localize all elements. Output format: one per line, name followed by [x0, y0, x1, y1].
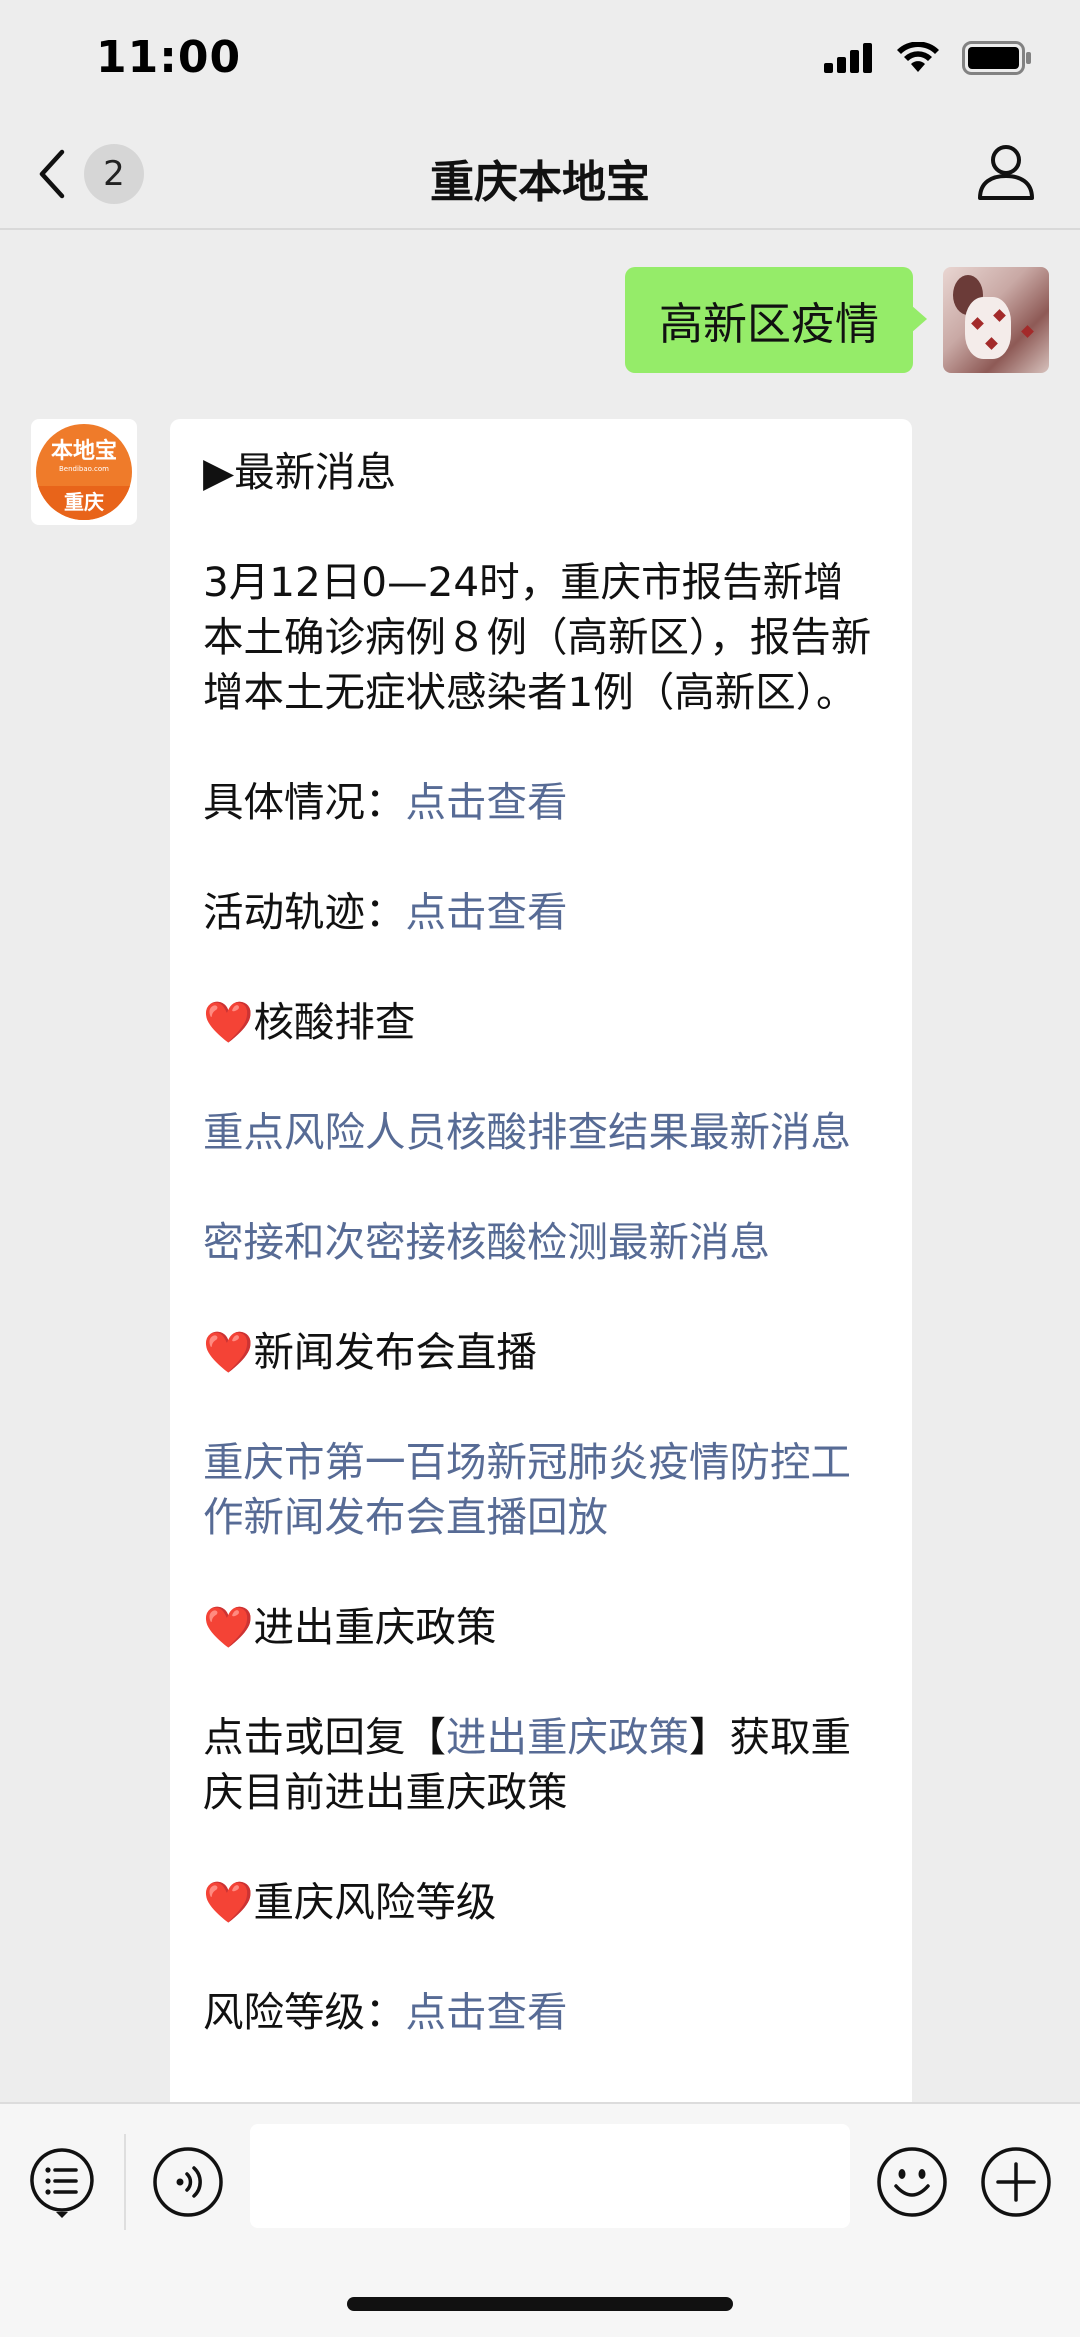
chat-title: 重庆本地宝 [430, 157, 650, 208]
status-icons [824, 38, 1032, 78]
more-button[interactable] [980, 2146, 1052, 2218]
bendibao-logo: 本地宝 Bendibao.com 重庆 [36, 424, 132, 520]
risk-link[interactable]: 点击查看 [406, 1988, 568, 2036]
home-indicator[interactable] [347, 2297, 733, 2311]
wifi-icon [897, 42, 939, 72]
detail-line: 具体情况：点击查看 [203, 778, 568, 826]
summary-text: 3月12日0—24时，重庆市报告新增本土确诊病例８例（高新区），报告新增本土无症… [203, 558, 872, 716]
emoji-icon [877, 2147, 947, 2217]
official-account-avatar[interactable]: 本地宝 Bendibao.com 重庆 [31, 419, 137, 525]
key-risk-link[interactable]: 重点风险人员核酸排查结果最新消息 [203, 1105, 880, 1160]
received-message-bubble: ▶最新消息 3月12日0—24时，重庆市报告新增本土确诊病例８例（高新区），报告… [170, 419, 912, 2119]
input-divider [124, 2134, 126, 2230]
message-input[interactable] [250, 2124, 850, 2228]
section-press: ❤️新闻发布会直播 [203, 1328, 537, 1376]
heart-icon: ❤️ [203, 1603, 254, 1651]
close-contact-link[interactable]: 密接和次密接核酸检测最新消息 [203, 1215, 880, 1270]
menu-list-icon [30, 2148, 94, 2218]
menu-button[interactable] [26, 2146, 98, 2218]
signal-icon [824, 43, 872, 73]
policy-line: 点击或回复【进出重庆政策】获取重庆目前进出重庆政策 [203, 1713, 851, 1816]
battery-icon [962, 41, 1031, 75]
emoji-button[interactable] [876, 2146, 948, 2218]
sent-message-bubble[interactable]: 高新区疫情 [625, 267, 927, 373]
plus-icon [981, 2147, 1051, 2217]
status-bar: 11:00 [0, 0, 1080, 118]
status-time: 11:00 [96, 32, 242, 83]
risk-line: 风险等级：点击查看 [203, 1988, 568, 2036]
section-policy: ❤️进出重庆政策 [203, 1603, 497, 1651]
chat-header: 2 重庆本地宝 [0, 118, 1080, 230]
press-replay-link[interactable]: 重庆市第一百场新冠肺炎疫情防控工作新闻发布会直播回放 [203, 1435, 880, 1545]
user-avatar[interactable] [943, 267, 1049, 373]
policy-link[interactable]: 进出重庆政策 [446, 1713, 689, 1761]
track-link[interactable]: 点击查看 [406, 888, 568, 936]
sent-message-row: 高新区疫情 [625, 267, 1049, 373]
section-nucleic: ❤️核酸排查 [203, 998, 416, 1046]
heart-icon: ❤️ [203, 1878, 254, 1926]
section-risk: ❤️重庆风险等级 [203, 1878, 497, 1926]
chat-info-button[interactable] [974, 140, 1038, 204]
headline: ▶最新消息 [203, 448, 397, 496]
heart-icon: ❤️ [203, 998, 254, 1046]
profile-icon [978, 145, 1034, 200]
voice-icon [153, 2147, 223, 2217]
voice-button[interactable] [152, 2146, 224, 2218]
heart-icon: ❤️ [203, 1328, 254, 1376]
detail-link[interactable]: 点击查看 [406, 778, 568, 826]
track-line: 活动轨迹：点击查看 [203, 888, 568, 936]
